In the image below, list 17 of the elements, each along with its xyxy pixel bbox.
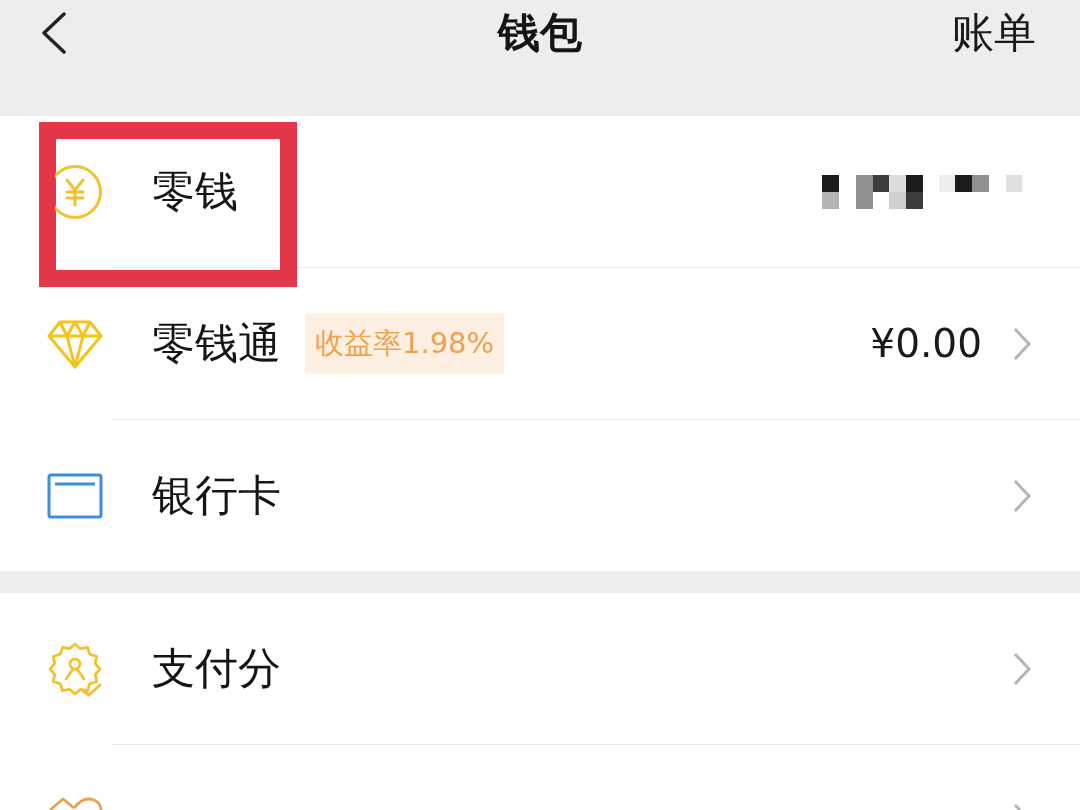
heart-outline-icon (47, 797, 103, 810)
menu-item-label[interactable]: 零钱 (152, 166, 238, 217)
person-seal-icon (47, 640, 103, 697)
balance-amount: ¥0.00 (870, 321, 982, 366)
back-icon[interactable] (41, 12, 67, 54)
chevron-right-icon[interactable] (1012, 478, 1032, 513)
diamond-icon (47, 318, 103, 369)
yen-coin-icon (55, 163, 103, 220)
bills-button[interactable]: 账单 (952, 9, 1036, 57)
menu-item-label[interactable]: 银行卡 (152, 470, 281, 521)
menu-item-label[interactable]: 支付分 (152, 643, 281, 694)
chevron-right-icon[interactable] (1012, 651, 1032, 686)
yield-rate-tag: 收益率1.98% (305, 312, 505, 375)
bank-card-icon (47, 472, 103, 519)
page-title: 钱包 (498, 9, 582, 57)
chevron-right-icon[interactable] (1012, 326, 1032, 361)
menu-item-label[interactable]: 零钱通 (152, 318, 281, 369)
